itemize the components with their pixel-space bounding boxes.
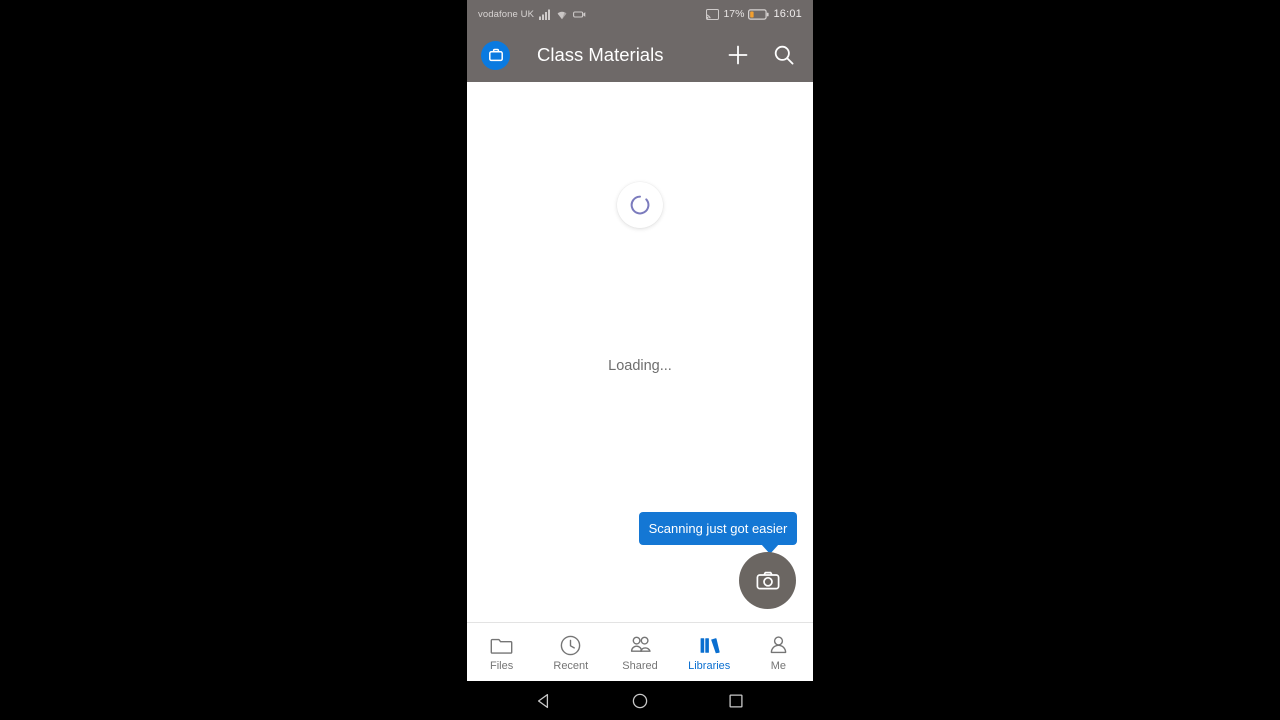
system-back-button[interactable] xyxy=(529,686,559,716)
nav-label-files: Files xyxy=(489,660,514,672)
nav-label-recent: Recent xyxy=(553,660,589,672)
status-bar-left: vodafone UK xyxy=(478,9,586,20)
android-system-nav xyxy=(467,681,813,720)
add-button[interactable] xyxy=(721,38,755,72)
system-home-button[interactable] xyxy=(625,686,655,716)
nav-item-files[interactable]: Files xyxy=(467,623,536,681)
loading-label: Loading... xyxy=(608,358,672,374)
nav-item-me[interactable]: Me xyxy=(744,623,813,681)
people-icon xyxy=(629,634,652,657)
nav-label-shared: Shared xyxy=(622,660,658,672)
phone-screen: vodafone UK 17% 16:01 Class Materials Lo… xyxy=(467,0,813,681)
battery-icon xyxy=(748,8,770,20)
briefcase-icon xyxy=(488,47,504,63)
loading-spinner-card xyxy=(617,182,663,228)
system-recents-button[interactable] xyxy=(721,686,751,716)
wifi-icon xyxy=(556,9,568,20)
app-bar: Class Materials xyxy=(467,28,813,82)
circle-home-icon xyxy=(631,692,649,710)
clock-icon xyxy=(559,634,582,657)
person-icon xyxy=(767,634,790,657)
scanning-tooltip-label: Scanning just got easier xyxy=(648,521,788,536)
scanning-tooltip[interactable]: Scanning just got easier xyxy=(639,512,797,545)
search-icon xyxy=(773,44,795,66)
status-bar: vodafone UK 17% 16:01 xyxy=(467,0,813,28)
data-saver-icon xyxy=(573,10,586,19)
add-icon xyxy=(727,44,749,66)
content-area: Loading... Scanning just got easier xyxy=(467,82,813,622)
triangle-back-icon xyxy=(535,692,553,710)
battery-percent-label: 17% xyxy=(723,8,745,20)
camera-fab-button[interactable] xyxy=(739,552,796,609)
clock-label: 16:01 xyxy=(773,8,802,20)
square-recents-icon xyxy=(727,692,745,710)
carrier-label: vodafone UK xyxy=(478,8,535,20)
bottom-navigation: Files Recent Shared Libraries Me xyxy=(467,622,813,681)
search-button[interactable] xyxy=(767,38,801,72)
books-icon xyxy=(698,634,721,657)
nav-item-recent[interactable]: Recent xyxy=(536,623,605,681)
camera-icon xyxy=(755,568,781,594)
loading-spinner-icon xyxy=(629,194,651,216)
nav-label-libraries: Libraries xyxy=(688,660,731,672)
cast-icon xyxy=(706,8,720,20)
page-title: Class Materials xyxy=(537,44,664,65)
screenshot-stage: vodafone UK 17% 16:01 Class Materials Lo… xyxy=(0,0,1280,720)
nav-item-libraries[interactable]: Libraries xyxy=(675,623,744,681)
library-badge-button[interactable] xyxy=(481,40,510,70)
signal-bars-icon xyxy=(539,9,551,20)
folder-icon xyxy=(490,634,513,657)
nav-label-me: Me xyxy=(770,660,787,672)
nav-item-shared[interactable]: Shared xyxy=(605,623,674,681)
status-bar-right: 17% 16:01 xyxy=(706,8,802,20)
